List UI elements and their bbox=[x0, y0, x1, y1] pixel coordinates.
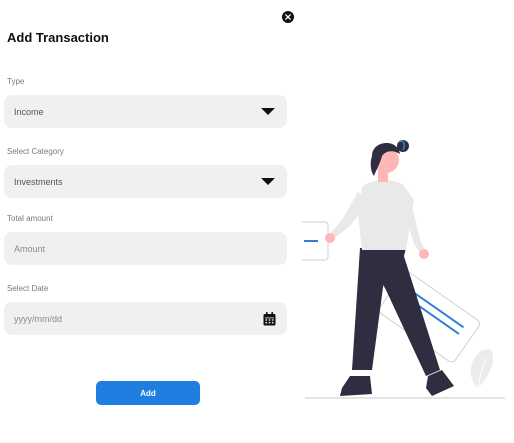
dialog-title: Add Transaction bbox=[7, 30, 109, 45]
category-label: Select Category bbox=[7, 147, 64, 156]
chevron-down-icon bbox=[261, 178, 275, 185]
calendar-icon[interactable] bbox=[263, 311, 276, 326]
amount-placeholder: Amount bbox=[14, 243, 46, 254]
close-icon bbox=[285, 14, 291, 20]
add-button[interactable]: Add bbox=[96, 381, 200, 405]
category-select[interactable]: Investments bbox=[4, 165, 287, 198]
close-button[interactable] bbox=[282, 11, 294, 23]
amount-label: Total amount bbox=[7, 214, 53, 223]
woman-with-card-illustration bbox=[302, 140, 505, 399]
date-input[interactable]: yyyy/mm/dd bbox=[4, 302, 287, 335]
type-value: Income bbox=[14, 106, 44, 117]
date-label: Select Date bbox=[7, 284, 49, 293]
date-placeholder: yyyy/mm/dd bbox=[14, 313, 63, 324]
amount-input[interactable]: Amount bbox=[4, 232, 287, 265]
type-select[interactable]: Income bbox=[4, 95, 287, 128]
type-label: Type bbox=[7, 77, 25, 86]
category-value: Investments bbox=[14, 176, 63, 187]
chevron-down-icon bbox=[261, 108, 275, 115]
